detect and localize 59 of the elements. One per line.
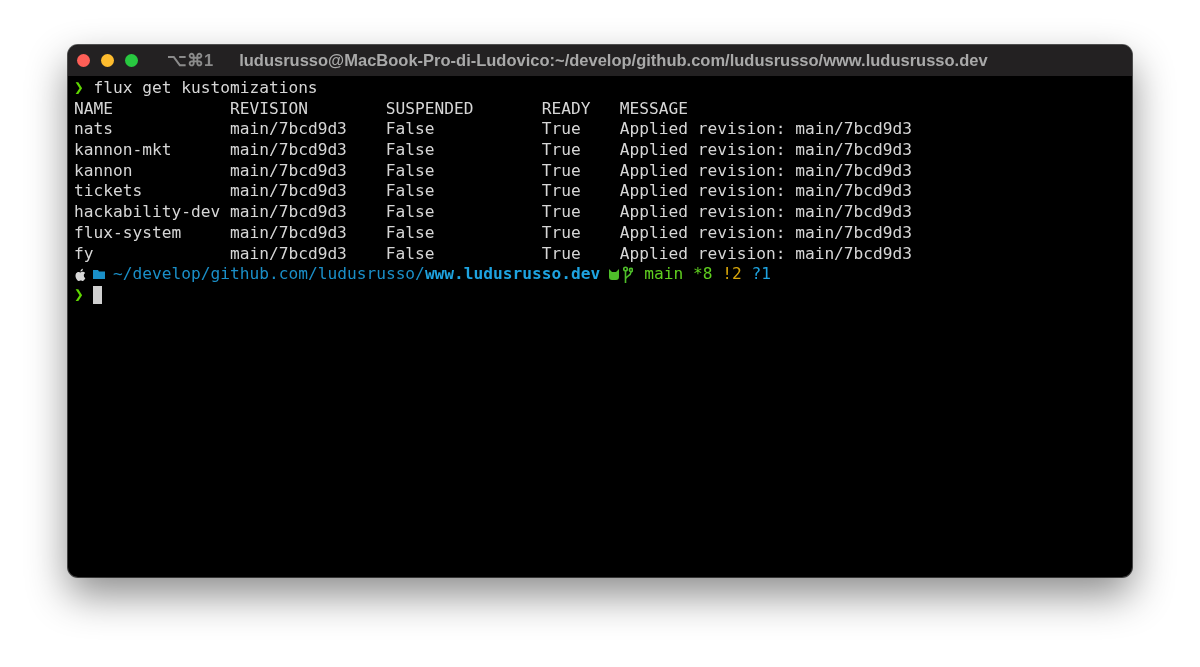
git-count: ?1 — [751, 264, 771, 285]
table-cell-text: True — [541, 243, 582, 265]
folder-icon — [93, 269, 106, 281]
shortcut-label: ⌥⌘1 — [167, 51, 214, 70]
table-cell-text: Applied revision: main/7bcd9d3 — [619, 119, 914, 141]
column-header: NAME — [74, 98, 114, 120]
table-cell-text: Applied revision: main/7bcd9d3 — [619, 160, 914, 182]
branch-name: main — [644, 264, 684, 285]
table-cell-text: main/7bcd9d3 — [229, 119, 348, 141]
column-header: SUSPENDED — [385, 98, 475, 120]
git-count: *8 — [693, 264, 713, 285]
table-cell-text: False — [385, 181, 436, 203]
zoom-icon[interactable] — [125, 54, 138, 67]
table-cell-text: main/7bcd9d3 — [229, 181, 348, 203]
prompt-symbol: ❯ — [74, 78, 84, 99]
table-cell-text: main/7bcd9d3 — [229, 222, 348, 244]
window-title: ludusrusso@MacBook-Pro-di-Ludovico:~/develop/github.com/ludusrusso/www.ludusrusso.dev — [239, 51, 988, 70]
table-cell-text: True — [541, 181, 582, 203]
table-cell-text: False — [385, 202, 436, 223]
command-text: flux get kustomizations — [93, 78, 318, 99]
table-cell-text: True — [541, 119, 582, 141]
table-cell-text: Applied revision: main/7bcd9d3 — [619, 181, 914, 203]
table-cell-text: True — [541, 222, 582, 244]
column-header: READY — [541, 98, 592, 120]
column-header: MESSAGE — [619, 98, 689, 120]
close-icon[interactable] — [77, 54, 90, 67]
table-cell-text: main/7bcd9d3 — [229, 160, 348, 182]
table-cell-text: False — [385, 160, 436, 182]
table-cell-text: Applied revision: main/7bcd9d3 — [619, 202, 914, 223]
prompt-symbol: ❯ — [74, 284, 84, 306]
text-cursor — [93, 286, 103, 305]
table-cell-text: main/7bcd9d3 — [229, 243, 348, 265]
table-cell-text: kannon — [74, 160, 134, 182]
table-cell-text: tickets — [74, 181, 144, 203]
table-cell-text: Applied revision: main/7bcd9d3 — [619, 222, 914, 244]
column-header: REVISION — [229, 98, 309, 120]
branch-icon — [623, 265, 634, 284]
table-cell-text: True — [541, 202, 582, 223]
table-cell-text: Applied revision: main/7bcd9d3 — [619, 243, 914, 265]
table-cell-text: False — [385, 119, 436, 141]
table-cell-text: False — [385, 222, 436, 244]
directory-text: www.ludusrusso.dev — [424, 264, 601, 285]
table-cell-text: False — [385, 243, 436, 265]
table-cell-text: True — [541, 140, 582, 161]
table-cell-text: main/7bcd9d3 — [229, 202, 348, 223]
table-cell-text: hackability-dev — [74, 202, 222, 223]
apple-icon — [74, 267, 86, 282]
table-cell-text: main/7bcd9d3 — [229, 140, 348, 161]
table-cell-text: kannon-mkt — [74, 140, 173, 161]
table-cell-text: Applied revision: main/7bcd9d3 — [619, 140, 914, 161]
table-cell-text: fy — [74, 243, 95, 265]
table-cell-text: flux-system — [74, 222, 183, 244]
table-cell-text: False — [385, 140, 436, 161]
table-cell-text: True — [541, 160, 582, 182]
table-cell-text: nats — [74, 119, 114, 141]
cat-icon — [608, 269, 621, 281]
git-count: !2 — [722, 264, 742, 285]
path-text: ~/develop/github.com/ludusrusso/ — [113, 264, 425, 285]
minimize-icon[interactable] — [101, 54, 114, 67]
